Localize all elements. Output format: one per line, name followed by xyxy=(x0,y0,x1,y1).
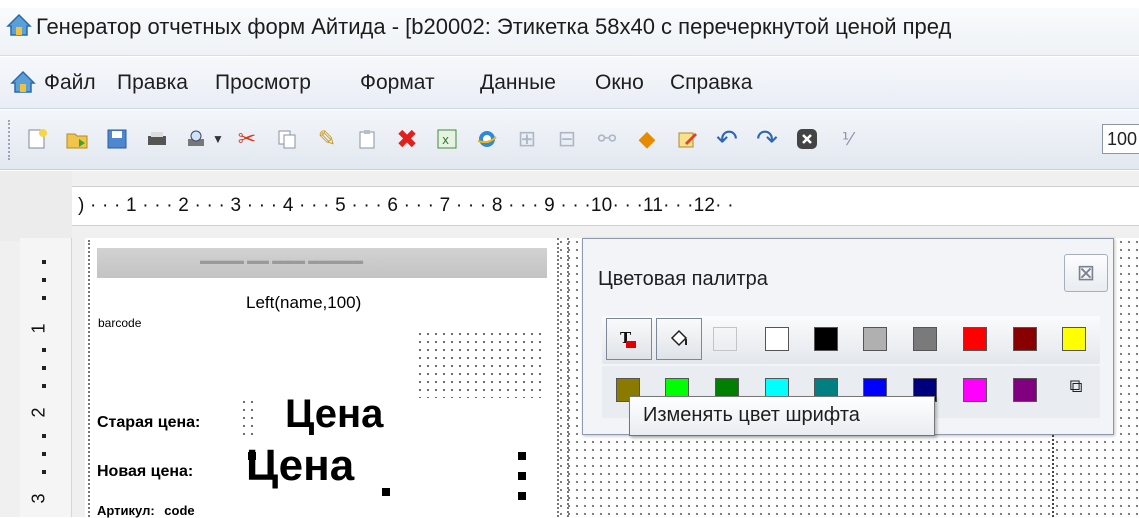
vertical-ruler-tick xyxy=(42,384,46,388)
format-brush-icon[interactable]: ✎ xyxy=(312,124,342,154)
ruler-corner xyxy=(0,171,72,241)
browser-icon[interactable] xyxy=(472,124,502,154)
excel-icon[interactable]: x xyxy=(432,124,462,154)
close-icon[interactable]: ⊠ xyxy=(1064,254,1108,292)
warning-icon[interactable]: ◆ xyxy=(632,124,662,154)
vertical-ruler-tick xyxy=(42,348,46,352)
print-icon[interactable] xyxy=(142,124,172,154)
edit-icon[interactable] xyxy=(672,124,702,154)
vertical-ruler: 1 2 3 xyxy=(20,238,72,517)
new-icon[interactable] xyxy=(22,124,52,154)
svg-text:x: x xyxy=(442,133,449,147)
grid-icon[interactable]: ⅟ xyxy=(832,124,862,154)
menu-view[interactable]: Просмотр xyxy=(215,71,311,95)
font-color-button[interactable]: T xyxy=(606,318,652,360)
selection-handle[interactable] xyxy=(382,488,390,496)
barcode-field[interactable]: barcode xyxy=(98,316,141,330)
article-label-text: Артикул: xyxy=(97,503,155,518)
top-strip xyxy=(0,0,1139,8)
open-icon[interactable] xyxy=(62,124,92,154)
new-price-value[interactable]: Цена xyxy=(246,441,354,491)
cut-icon[interactable]: ✂ xyxy=(232,124,262,154)
undo-icon[interactable]: ↶ xyxy=(712,124,742,154)
label-band-edge xyxy=(557,238,569,517)
vertical-ruler-tick xyxy=(42,434,46,438)
selection-handle[interactable] xyxy=(248,452,256,460)
old-price-value[interactable]: Цена xyxy=(285,392,383,437)
color-swatch[interactable] xyxy=(765,327,789,351)
horizontal-ruler: ) · · · 1 · · · 2 · · · 3 · · · 4 · · · … xyxy=(72,186,1139,226)
color-swatch[interactable] xyxy=(963,378,987,402)
barcode-area-grid xyxy=(416,330,546,398)
paste-icon[interactable] xyxy=(352,124,382,154)
fill-bucket-icon xyxy=(670,329,688,347)
group-icon[interactable]: ⊞ xyxy=(512,124,542,154)
name-field[interactable]: Left(name,100) xyxy=(246,293,361,313)
save-icon[interactable] xyxy=(102,124,132,154)
vertical-ruler-tick xyxy=(42,296,46,300)
header-field-placeholder: ▬▬▬▬ ▬▬ ▬▬▬ ▬▬▬▬▬ xyxy=(200,255,364,267)
menu-app-icon[interactable] xyxy=(10,69,36,95)
color-swatch[interactable] xyxy=(1013,378,1037,402)
new-price-label[interactable]: Новая цена: xyxy=(97,463,193,481)
menu-help[interactable]: Справка xyxy=(670,71,752,95)
color-swatch[interactable] xyxy=(963,327,987,351)
color-swatch[interactable] xyxy=(1013,327,1037,351)
old-price-label[interactable]: Старая цена: xyxy=(97,414,200,432)
color-palette-title: Цветовая палитра xyxy=(598,268,768,290)
font-color-icon: T xyxy=(620,329,636,348)
dropdown-arrow-icon[interactable]: ▼ xyxy=(210,124,226,154)
zoom-input[interactable]: 100 xyxy=(1102,124,1139,154)
old-price-grid xyxy=(240,398,254,438)
color-swatch[interactable] xyxy=(913,327,937,351)
toolbar: ▼ ✂ ✎ ✖ x ⊞ ⊟ ⚯ ◆ ↶ ↷ ⅟ 100 xyxy=(0,110,1139,170)
tooltip: Изменять цвет шрифта xyxy=(629,396,935,436)
selection-handle[interactable] xyxy=(518,472,526,480)
horizontal-ruler-scale: ) · · · 1 · · · 2 · · · 3 · · · 4 · · · … xyxy=(78,195,734,216)
menu-bar: Файл Правка Просмотр Формат Данные Окно … xyxy=(0,57,1139,109)
stop-icon[interactable] xyxy=(792,124,822,154)
article-label[interactable]: Артикул: code xyxy=(97,503,195,518)
selection-handle[interactable] xyxy=(518,452,526,460)
preview-icon[interactable] xyxy=(182,124,212,154)
article-value: code xyxy=(164,503,195,518)
redo-icon[interactable]: ↷ xyxy=(752,124,782,154)
link-icon[interactable]: ⚯ xyxy=(592,124,622,154)
vertical-ruler-tick xyxy=(42,278,46,282)
menu-window[interactable]: Окно xyxy=(595,71,644,95)
delete-icon[interactable]: ✖ xyxy=(392,124,422,154)
vertical-ruler-label-3: 3 xyxy=(28,493,49,504)
window-title: Генератор отчетных форм Айтида - [b20002… xyxy=(36,14,952,39)
more-colors-icon[interactable]: ⧉ xyxy=(1062,376,1090,404)
app-icon xyxy=(6,13,32,36)
selection-handle[interactable] xyxy=(518,492,526,500)
color-swatch[interactable] xyxy=(814,327,838,351)
toolbar-grip[interactable] xyxy=(8,120,14,160)
vertical-ruler-tick xyxy=(42,366,46,370)
copy-icon[interactable] xyxy=(272,124,302,154)
vertical-ruler-label-2: 2 xyxy=(28,407,49,418)
vertical-ruler-tick xyxy=(42,260,46,264)
menu-edit[interactable]: Правка xyxy=(117,71,188,95)
fill-color-button[interactable] xyxy=(656,318,702,360)
vertical-ruler-tick xyxy=(42,452,46,456)
ungroup-icon[interactable]: ⊟ xyxy=(552,124,582,154)
menu-data[interactable]: Данные xyxy=(480,71,556,95)
color-swatch[interactable] xyxy=(1062,327,1086,351)
menu-file[interactable]: Файл xyxy=(44,71,96,95)
vertical-ruler-label-1: 1 xyxy=(28,323,49,334)
menu-format[interactable]: Формат xyxy=(360,71,435,95)
color-swatch[interactable] xyxy=(863,327,887,351)
color-swatch[interactable] xyxy=(713,327,737,351)
vertical-ruler-tick xyxy=(42,470,46,474)
